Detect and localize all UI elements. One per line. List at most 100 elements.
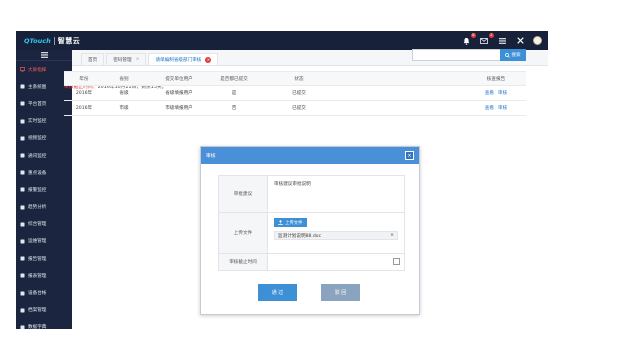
tab-review[interactable]: 请单编制省级部门审核 × (148, 53, 219, 65)
app-logo: QTouch 智慧云 (24, 36, 80, 46)
sidebar-item[interactable]: 运维管理 (16, 233, 72, 250)
sidebar-item-label: 设备台帐 (28, 291, 47, 297)
th-submitted: 是否都已提交 (220, 76, 248, 82)
sidebar-item-label: 报告管理 (28, 256, 47, 262)
form-row-upload: 上传文件 上传文件 监测计划说明88.doc × (219, 213, 404, 254)
sidebar-item[interactable]: 档案管理 (16, 302, 72, 319)
sidebar-item-label: 数据字典 (28, 325, 47, 329)
fullscreen-icon[interactable] (515, 36, 525, 46)
cell-level: 省级 (119, 91, 129, 96)
file-chip: 监测计划说明88.doc × (274, 231, 398, 240)
upload-button[interactable]: 上传文件 (274, 218, 307, 227)
th-level: 省别 (119, 76, 129, 82)
close-icon[interactable]: × (205, 56, 212, 63)
opinion-textarea[interactable]: 审核建议审批说明 (268, 176, 404, 212)
sidebar-item[interactable]: 报警监控 (16, 181, 72, 198)
search-button[interactable]: 搜索 (500, 49, 526, 61)
camera-icon (20, 136, 25, 141)
chart-icon (20, 205, 25, 210)
sidebar-item-label: 主系统图 (28, 84, 47, 90)
sidebar-item-label: 趋势分析 (28, 205, 47, 211)
tab-label: 密码管理 (113, 57, 132, 63)
review-modal: 审核 × 审批建议 审核建议审批说明 上传文件 上传文件 监测计划说明88.do… (200, 146, 420, 315)
sidebar-item[interactable]: 设备台帐 (16, 284, 72, 301)
form-row-opinion: 审批建议 审核建议审批说明 (219, 176, 404, 213)
calendar-icon[interactable] (393, 258, 400, 265)
close-icon[interactable]: × (405, 151, 414, 160)
phone-icon (20, 153, 25, 158)
cell-status: 已提交 (292, 91, 306, 96)
upload-button-label: 上传文件 (285, 220, 303, 226)
hamburger-icon[interactable] (40, 52, 48, 58)
avatar[interactable] (533, 36, 542, 45)
dict-icon (20, 325, 25, 329)
th-report: 核查报告 (486, 76, 506, 82)
mail-icon[interactable]: 2 (479, 32, 494, 46)
approve-button[interactable]: 通 过 (258, 284, 297, 301)
modal-header: 审核 × (201, 147, 419, 164)
sidebar-item-label: 大屏指挥 (28, 67, 47, 73)
sidebar-item-label: 报表管理 (28, 273, 47, 279)
cell-ops: 查看 审核 (466, 90, 526, 96)
upload-area: 上传文件 监测计划说明88.doc × (268, 213, 404, 253)
sidebar-item-label: 报警监控 (28, 187, 47, 193)
cell-submitted: 是 (231, 91, 237, 96)
top-bar: QTouch 智慧云 8 2 (16, 31, 548, 50)
upload-icon (278, 220, 283, 225)
cell-ops: 查看 审核 (466, 105, 526, 111)
table-header: 年份 省别 提交单位用户 是否都已提交 状态 核查报告 (64, 71, 526, 86)
bell-icon[interactable]: 8 (461, 32, 476, 46)
close-icon[interactable]: × (136, 57, 140, 62)
reject-button[interactable]: 驳 回 (321, 284, 360, 301)
review-link[interactable]: 审核 (498, 91, 507, 96)
review-link[interactable]: 审核 (498, 106, 507, 111)
sidebar-item[interactable]: 通讯监控 (16, 147, 72, 164)
review-table: 年份 省别 提交单位用户 是否都已提交 状态 核查报告 2016年 省级 省级填… (64, 71, 526, 116)
sidebar-item-label: 档案管理 (28, 308, 47, 314)
tab-label: 首页 (88, 57, 98, 63)
tab-home[interactable]: 首页 (81, 53, 105, 65)
bell-badge: 8 (470, 32, 476, 38)
logo-cn: 智慧云 (57, 37, 81, 45)
sidebar-item[interactable]: 综合管理 (16, 216, 72, 233)
device-icon (20, 291, 25, 296)
search-input[interactable] (412, 49, 514, 61)
sidebar-item[interactable]: 趋势分析 (16, 199, 72, 216)
tab-password[interactable]: 密码管理 × (106, 53, 147, 65)
sidebar-item-label: 运维管理 (28, 239, 47, 245)
remove-file-icon[interactable]: × (390, 233, 394, 238)
sidebar-item-label: 综合管理 (28, 222, 47, 228)
cell-level: 市级 (119, 106, 129, 111)
cell-unit: 省级填报用户 (165, 91, 193, 96)
menu-icon[interactable] (497, 36, 507, 46)
sidebar-item[interactable]: 报告管理 (16, 250, 72, 267)
user-icon (20, 222, 25, 227)
sidebar-item-label: 通讯监控 (28, 153, 47, 159)
sidebar-item[interactable]: 报表管理 (16, 267, 72, 284)
top-icons: 8 2 (461, 32, 542, 46)
sidebar-item-label: 实时监控 (28, 119, 47, 125)
upload-label: 上传文件 (219, 213, 268, 253)
modal-title: 审核 (206, 154, 216, 159)
monitor-icon (20, 67, 25, 72)
sidebar-item[interactable]: 数据字典 (16, 319, 72, 329)
cell-year: 2016年 (75, 106, 93, 111)
th-unit: 提交单位用户 (165, 76, 193, 82)
cell-submitted: 否 (231, 106, 237, 111)
tab-label: 请单编制省级部门审核 (155, 57, 202, 63)
th-status: 状态 (294, 76, 304, 82)
sidebar-item-label: 平台首页 (28, 101, 47, 107)
sidebar-item[interactable]: 重点设备 (16, 164, 72, 181)
sidebar-toggle[interactable] (16, 50, 72, 61)
deadline-input[interactable] (268, 254, 404, 270)
table-row: 2016年 市级 市级填报用户 否 已提交 查看 审核 (64, 101, 526, 116)
pin-icon (20, 119, 25, 124)
view-link[interactable]: 查看 (485, 91, 494, 96)
cell-year: 2016年 (75, 91, 93, 96)
cell-status: 已提交 (292, 106, 306, 111)
table-row: 2016年 省级 省级填报用户 是 已提交 查看 审核 (64, 86, 526, 101)
deadline-label: 审核截止时间 (219, 254, 268, 270)
view-link[interactable]: 查看 (485, 106, 494, 111)
logo-divider (53, 37, 55, 45)
sidebar-item[interactable]: 视频监控 (16, 130, 72, 147)
